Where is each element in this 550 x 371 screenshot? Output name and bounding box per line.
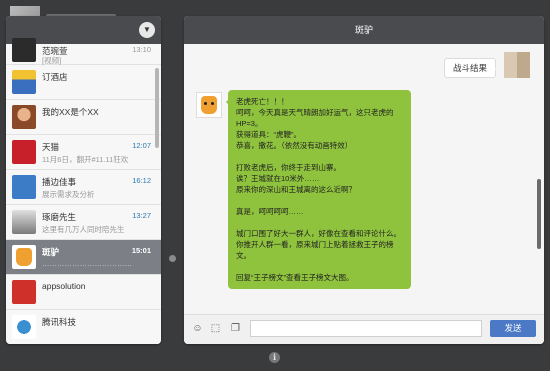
conversation-preview: 这里有几万人同时陪先生 [42,225,125,234]
conversation-item-active[interactable]: 斑驴 ……………………………… 15:01 [6,240,161,275]
screenshot-icon[interactable]: ⬚ [210,323,221,334]
message-line: 获得道具：“虎鞭”。 [236,130,301,139]
message-input[interactable] [250,320,482,337]
conversation-name: 琢磨先生 [42,212,77,222]
input-bar: ☺ ⬚ ❐ 发送 [184,314,544,344]
info-icon[interactable]: i [269,352,280,363]
message-line: 诶？王城就在10米外…… [236,174,320,183]
avatar [12,210,36,234]
message-line: 恭喜，撒花。（依然没有动画特效） [236,141,353,150]
conversation-item[interactable]: 琢磨先生 这里有几万人同时陪先生 13:27 [6,205,161,240]
conversation-time: 13:27 [132,211,151,220]
conversation-name: 腾讯科技 [42,317,77,327]
message-line: 原来你的深山和王城离的这么近啊？ [236,185,356,194]
message-line: 打败老虎后，你终于走到山寨。 [236,163,341,172]
conversation-name: appsolution [42,281,86,291]
conversation-preview: ……………………………… [42,259,132,268]
sent-message: 战斗结果 [443,58,497,78]
conversation-item[interactable]: 天猫 11月6日，翻开#11.11狂欢 12:07 [6,135,161,170]
conversation-item[interactable]: 腾讯科技 [6,310,161,344]
message-line: 城门口围了好大一群人，好像在查看和评论什么。你推开人群一看，原来城门上贴着拯救王… [236,229,401,260]
avatar [12,105,36,129]
chevron-down-icon[interactable]: ▼ [139,22,155,38]
message-line: 真是，呵呵呵呵…… [236,207,304,216]
emoji-icon[interactable]: ☺ [192,323,203,334]
chat-title: 斑驴 [184,16,544,44]
conversation-name: 斑驴 [42,247,60,257]
chat-panel: 斑驴 战斗结果 老虎死亡！！！ 呵呵，今天真是天气晴朗加好运气，这只老虎的HP=… [184,16,544,344]
conversation-time: 15:01 [131,246,151,255]
avatar [12,245,36,269]
conversation-name: 天猫 [42,142,60,152]
conversation-time: 13:10 [132,45,151,54]
avatar[interactable] [504,52,530,78]
avatar [12,315,36,339]
conversation-panel: ▼ 范琬萱 [视频] 13:10 订酒店 我的XX是个XX 天猫 11月6日，翻… [6,16,161,344]
chat-scrollbar[interactable] [537,179,541,249]
avatar [12,175,36,199]
conversation-list: 范琬萱 [视频] 13:10 订酒店 我的XX是个XX 天猫 11月6日，翻开#… [6,38,161,344]
conversation-preview: 11月6日，翻开#11.11狂欢 [42,155,129,164]
tiger-icon [201,96,217,114]
conversation-item[interactable]: 订酒店 [6,65,161,100]
conversation-scrollbar[interactable] [155,68,159,148]
received-message: 老虎死亡！！！ 呵呵，今天真是天气晴朗加好运气，这只老虎的HP=3。 获得道具：… [226,90,411,289]
conversation-name: 播边佳事 [42,177,77,187]
conversation-name: 订酒店 [42,72,68,82]
message-area: 战斗结果 老虎死亡！！！ 呵呵，今天真是天气晴朗加好运气，这只老虎的HP=3。 … [184,44,544,343]
message-line: 老虎死亡！！！ [236,97,289,106]
conversation-item[interactable]: appsolution [6,275,161,310]
conversation-item[interactable]: 我的XX是个XX [6,100,161,135]
conversation-item[interactable]: 范琬萱 [视频] 13:10 [6,38,161,65]
avatar[interactable] [196,92,222,118]
conversation-item[interactable]: 播边佳事 展示需求及分析 16:12 [6,170,161,205]
conversation-time: 12:07 [132,141,151,150]
avatar [12,140,36,164]
avatar [12,70,36,94]
avatar [12,280,36,304]
panel-divider-handle[interactable] [169,255,176,262]
message-line: 呵呵，今天真是天气晴朗加好运气，这只老虎的HP=3。 [236,108,394,128]
conversation-time: 16:12 [132,176,151,185]
send-button[interactable]: 发送 [490,320,536,337]
avatar [12,38,36,62]
message-line: 回复“王子榜文”查看王子榜文大图。 [236,273,354,282]
conversation-name: 我的XX是个XX [42,107,99,117]
file-icon[interactable]: ❐ [230,323,241,334]
conversation-preview: 展示需求及分析 [42,190,95,199]
